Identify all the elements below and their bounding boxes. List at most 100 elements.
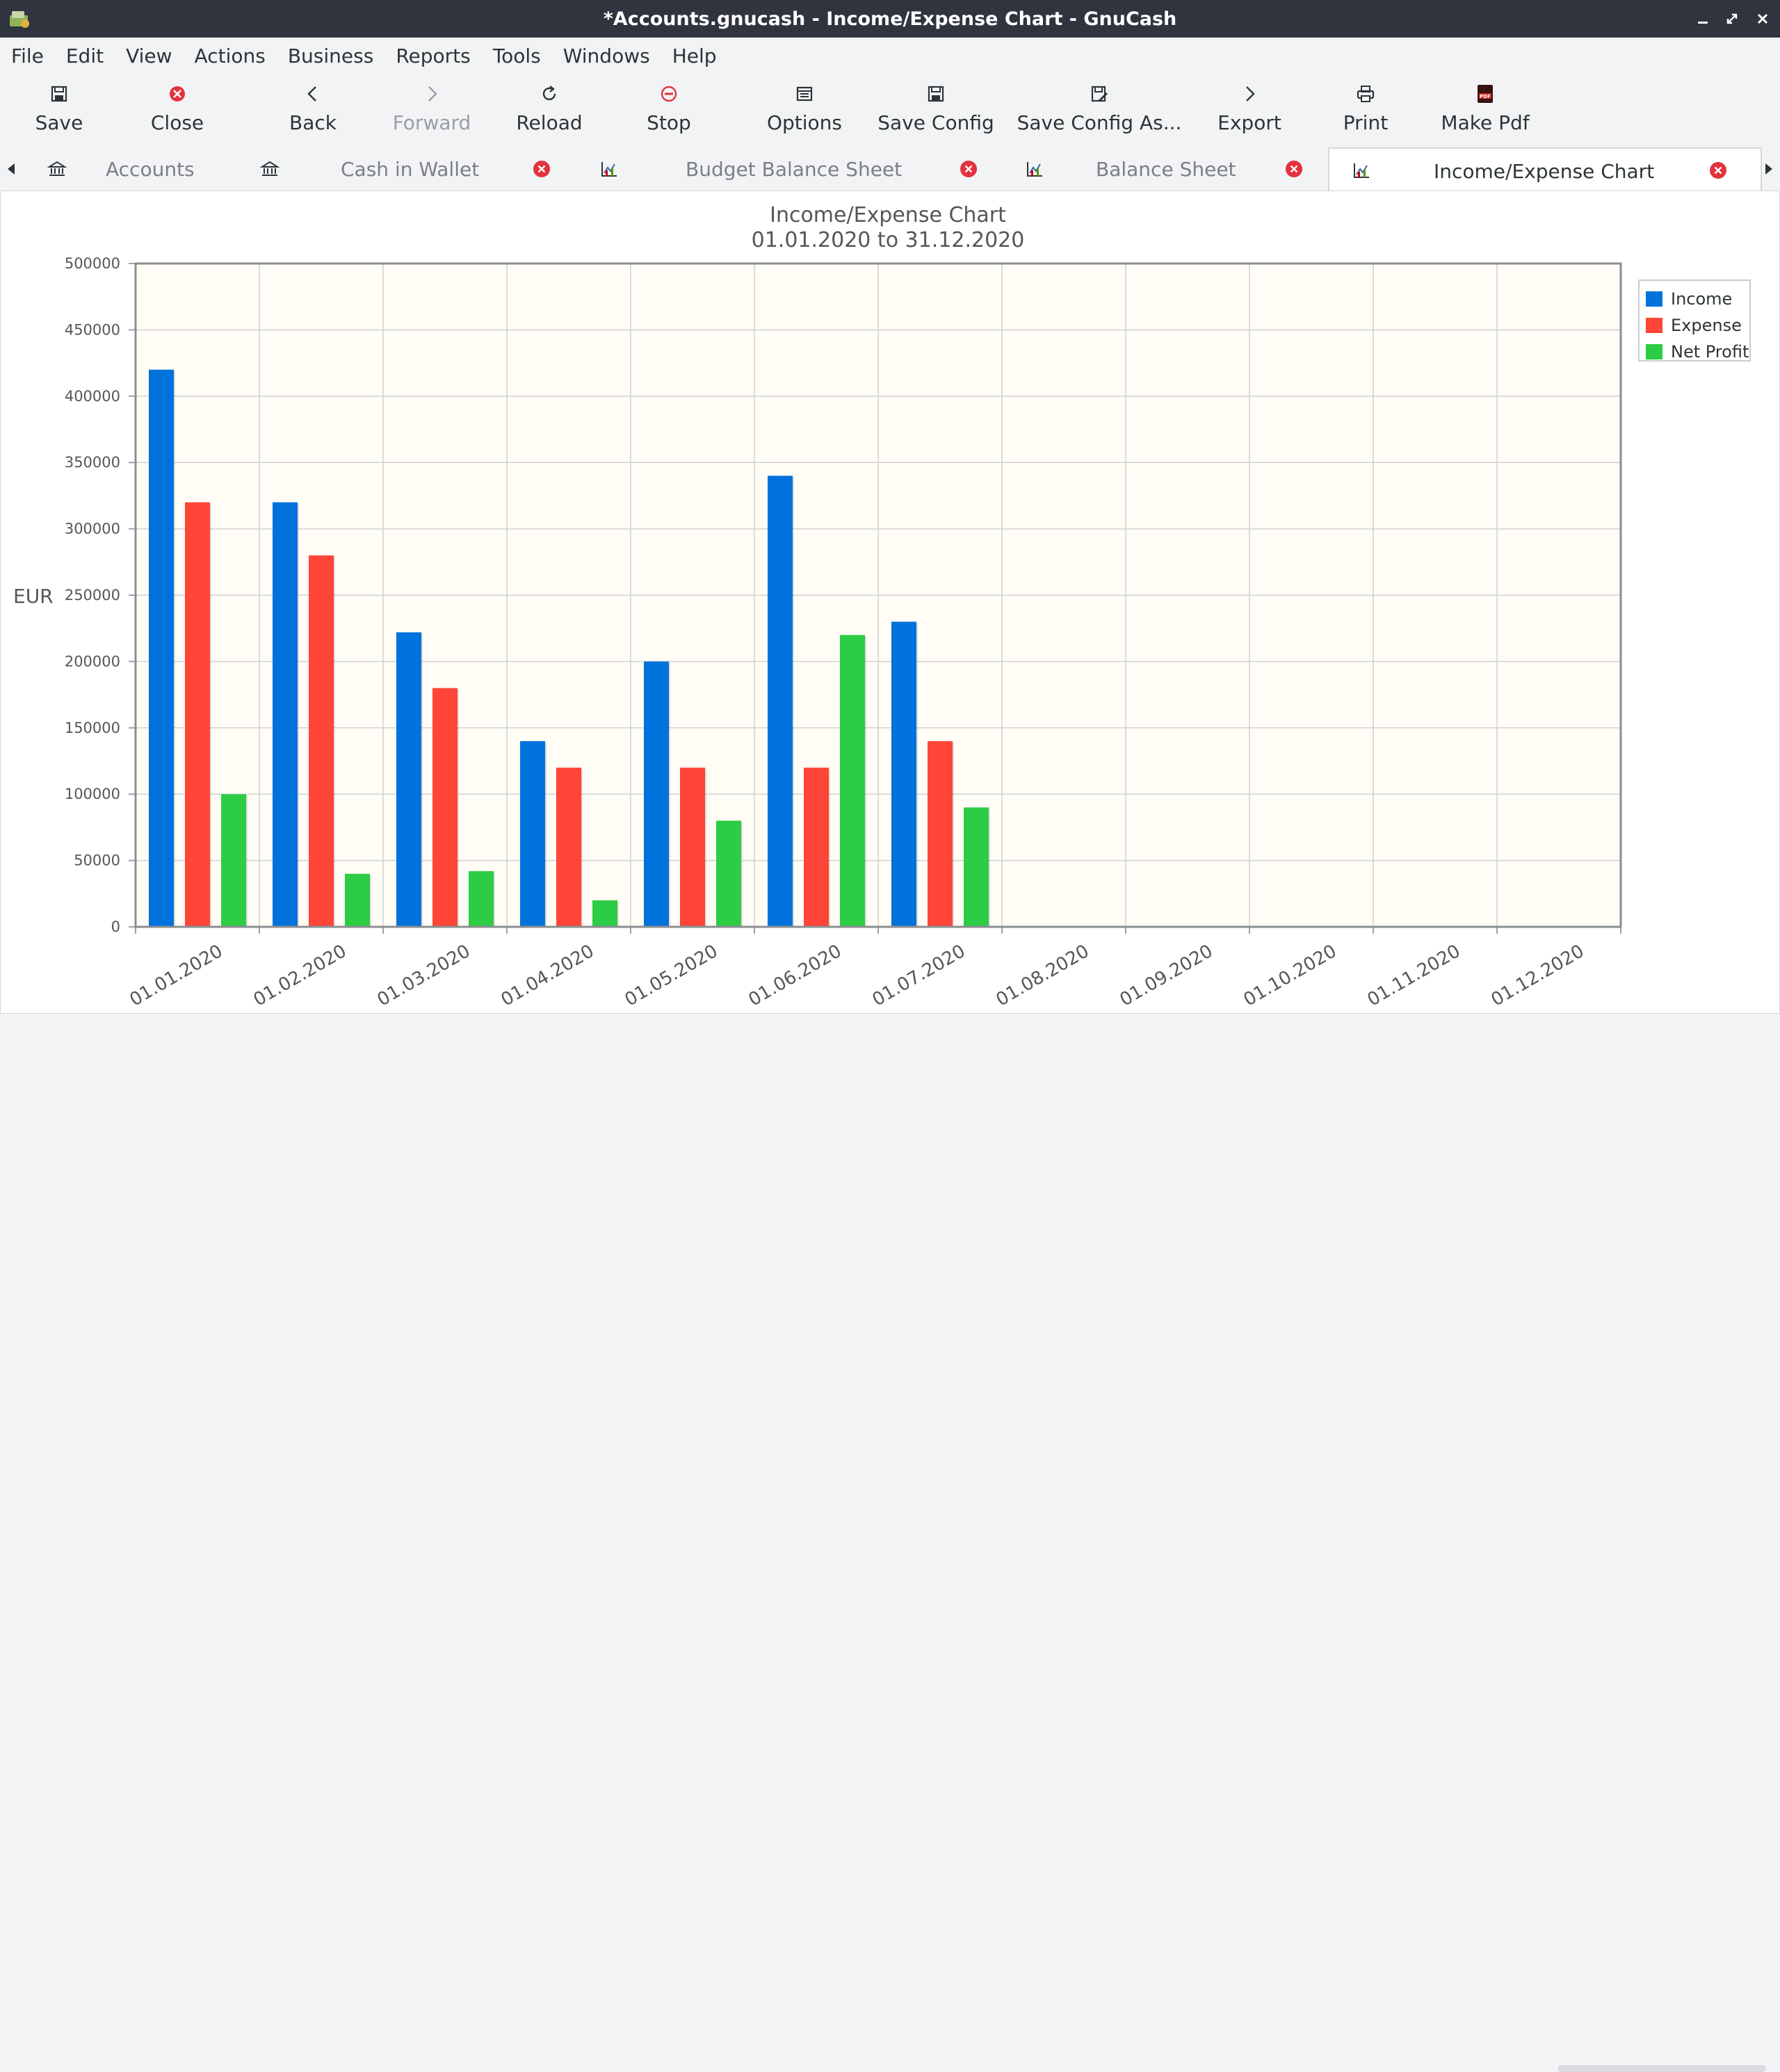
save-button[interactable]: Save	[28, 79, 90, 143]
x-tick-label: 01.02.2020	[250, 941, 350, 1010]
bar-net-profit	[345, 873, 370, 927]
reload-label: Reload	[516, 111, 583, 134]
bar-expense	[556, 768, 581, 927]
back-button[interactable]: Back	[278, 79, 348, 143]
printer-icon	[1357, 86, 1375, 102]
chevron-right-icon	[428, 86, 437, 102]
y-tick-label: 150000	[65, 720, 120, 736]
tab-scroll-right-icon[interactable]	[1762, 161, 1776, 177]
forward-button[interactable]: Forward	[387, 79, 477, 143]
menu-tools[interactable]: Tools	[482, 44, 552, 67]
stop-icon	[661, 86, 677, 102]
x-tick-label: 01.12.2020	[1488, 941, 1588, 1010]
tab-accounts[interactable]: Accounts	[28, 147, 250, 191]
menu-view[interactable]: View	[115, 44, 183, 67]
y-tick-label: 100000	[65, 786, 120, 802]
tab-cash-in-wallet[interactable]: Cash in Wallet	[250, 147, 570, 191]
tab-income-expense-chart[interactable]: Income/Expense Chart	[1328, 147, 1762, 193]
legend-swatch	[1646, 318, 1662, 333]
maximize-icon	[1726, 13, 1738, 24]
bar-income	[149, 369, 174, 927]
horizontal-scrollbar[interactable]	[1558, 2065, 1766, 2072]
window-titlebar: *Accounts.gnucash - Income/Expense Chart…	[0, 0, 1780, 38]
export-icon	[1246, 86, 1255, 102]
bar-net-profit	[716, 820, 741, 927]
chart-icon	[1027, 162, 1042, 177]
bar-net-profit	[469, 871, 494, 927]
x-tick-label: 01.09.2020	[1117, 941, 1217, 1010]
bar-income	[891, 622, 916, 927]
save-config-as-label: Save Config As...	[1017, 111, 1182, 134]
menu-help[interactable]: Help	[661, 44, 728, 67]
report-view: Income/Expense Chart 01.01.2020 to 31.12…	[0, 191, 1780, 1014]
bank-icon	[260, 161, 280, 176]
tab-close-icon[interactable]	[1285, 160, 1303, 178]
y-tick-label: 200000	[65, 653, 120, 670]
save-label: Save	[35, 111, 83, 134]
tab-close-icon[interactable]	[960, 160, 978, 178]
x-tick-label: 01.01.2020	[127, 941, 227, 1010]
print-label: Print	[1343, 111, 1389, 134]
menu-business[interactable]: Business	[277, 44, 385, 67]
tab-budget-balance-sheet[interactable]: Budget Balance Sheet	[570, 147, 987, 191]
bar-income	[520, 740, 545, 927]
forward-label: Forward	[392, 111, 471, 134]
bar-net-profit	[592, 900, 617, 927]
save-config-label: Save Config	[877, 111, 994, 134]
legend-label: Net Profit	[1671, 342, 1749, 362]
menu-edit[interactable]: Edit	[55, 44, 115, 67]
tab-close-icon[interactable]	[533, 160, 551, 178]
stop-label: Stop	[647, 111, 691, 134]
stop-button[interactable]: Stop	[634, 79, 704, 143]
save-config-icon	[928, 86, 944, 102]
reload-icon	[542, 86, 556, 101]
make-pdf-label: Make Pdf	[1441, 111, 1530, 134]
print-button[interactable]: Print	[1331, 79, 1400, 143]
svg-text:PDF: PDF	[1480, 94, 1491, 99]
menu-reports[interactable]: Reports	[385, 44, 481, 67]
tab-cash-in-wallet-label: Cash in Wallet	[341, 157, 480, 181]
close-label: Close	[150, 111, 204, 134]
reload-button[interactable]: Reload	[510, 79, 588, 143]
tab-close-icon[interactable]	[1709, 161, 1727, 179]
bar-net-profit	[964, 807, 989, 927]
income-expense-chart: Income/Expense Chart 01.01.2020 to 31.12…	[13, 203, 1751, 1010]
x-tick-label: 01.07.2020	[869, 941, 969, 1010]
options-button[interactable]: Options	[762, 79, 847, 143]
export-label: Export	[1217, 111, 1281, 134]
y-tick-label: 450000	[65, 321, 120, 338]
save-config-button[interactable]: Save Config	[875, 79, 997, 143]
tab-balance-sheet[interactable]: Balance Sheet	[987, 147, 1328, 191]
bar-net-profit	[840, 635, 865, 927]
window-close-button[interactable]	[1752, 8, 1773, 29]
menu-actions[interactable]: Actions	[184, 44, 277, 67]
save-config-as-button[interactable]: Save Config As...	[1017, 79, 1182, 143]
y-tick-label: 350000	[65, 454, 120, 471]
minimize-button[interactable]	[1692, 8, 1713, 29]
bar-expense	[928, 740, 953, 927]
y-tick-label: 400000	[65, 388, 120, 405]
close-icon	[170, 86, 185, 102]
back-label: Back	[289, 111, 337, 134]
y-tick-label: 250000	[65, 587, 120, 604]
close-button[interactable]: Close	[139, 79, 216, 143]
menu-file[interactable]: File	[0, 44, 55, 67]
bar-expense	[680, 768, 705, 927]
tab-scroll-left-icon[interactable]	[4, 161, 18, 177]
legend-label: Expense	[1671, 316, 1742, 335]
tab-balance-sheet-label: Balance Sheet	[1096, 157, 1236, 181]
bar-income	[644, 661, 669, 927]
menu-windows[interactable]: Windows	[552, 44, 661, 67]
minimize-icon	[1698, 22, 1708, 24]
export-button[interactable]: Export	[1211, 79, 1288, 143]
status-bar	[0, 1014, 1780, 2072]
make-pdf-button[interactable]: PDF Make Pdf	[1434, 79, 1537, 143]
options-icon	[796, 86, 813, 102]
maximize-button[interactable]	[1722, 8, 1742, 29]
window-title: *Accounts.gnucash - Income/Expense Chart…	[603, 8, 1177, 30]
bank-icon	[47, 161, 67, 176]
bar-expense	[432, 688, 458, 927]
chart-title: Income/Expense Chart	[770, 203, 1006, 227]
x-tick-label: 01.10.2020	[1240, 941, 1341, 1010]
bar-expense	[309, 555, 334, 927]
